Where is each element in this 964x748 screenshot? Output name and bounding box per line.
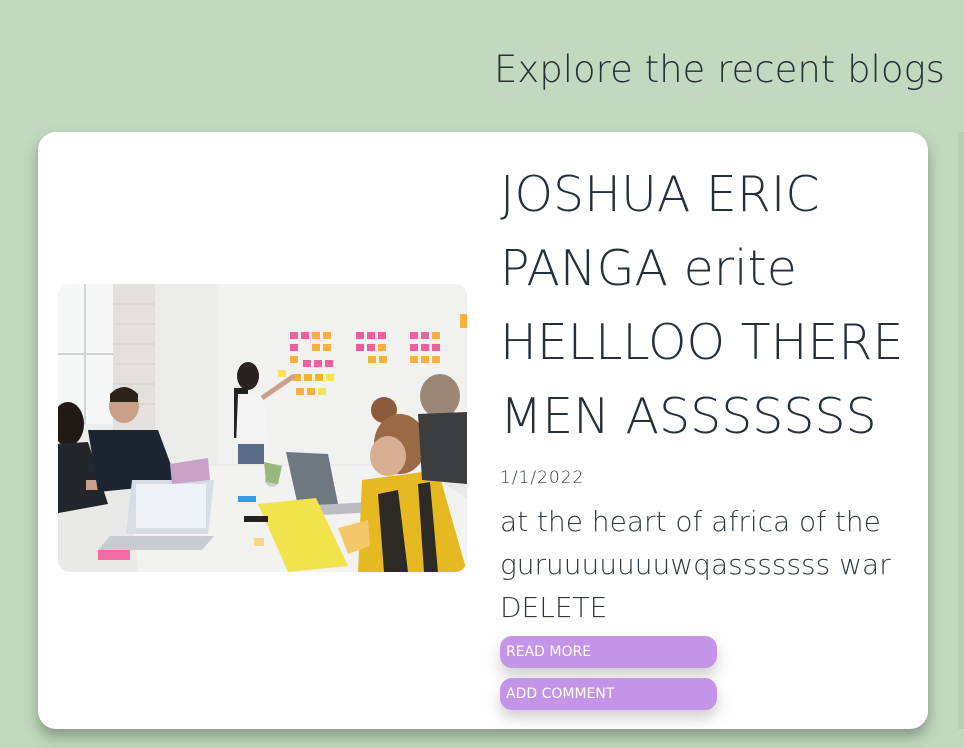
blog-card: JOSHUA ERIC PANGA erite HELLLOO THERE ME… — [38, 132, 928, 729]
next-card-edge — [958, 132, 964, 729]
office-meeting-photo — [58, 284, 467, 572]
blog-image[interactable] — [58, 284, 467, 572]
section-title: Explore the recent blogs — [494, 48, 945, 91]
post-title[interactable]: JOSHUA ERIC PANGA erite HELLLOO THERE ME… — [500, 158, 920, 454]
add-comment-button[interactable]: ADD COMMENT — [500, 678, 717, 710]
read-more-button[interactable]: READ MORE — [500, 636, 717, 668]
post-date: 1/1/2022 — [500, 468, 585, 488]
post-excerpt: at the heart of africa of the guruuuuuuu… — [500, 505, 891, 624]
